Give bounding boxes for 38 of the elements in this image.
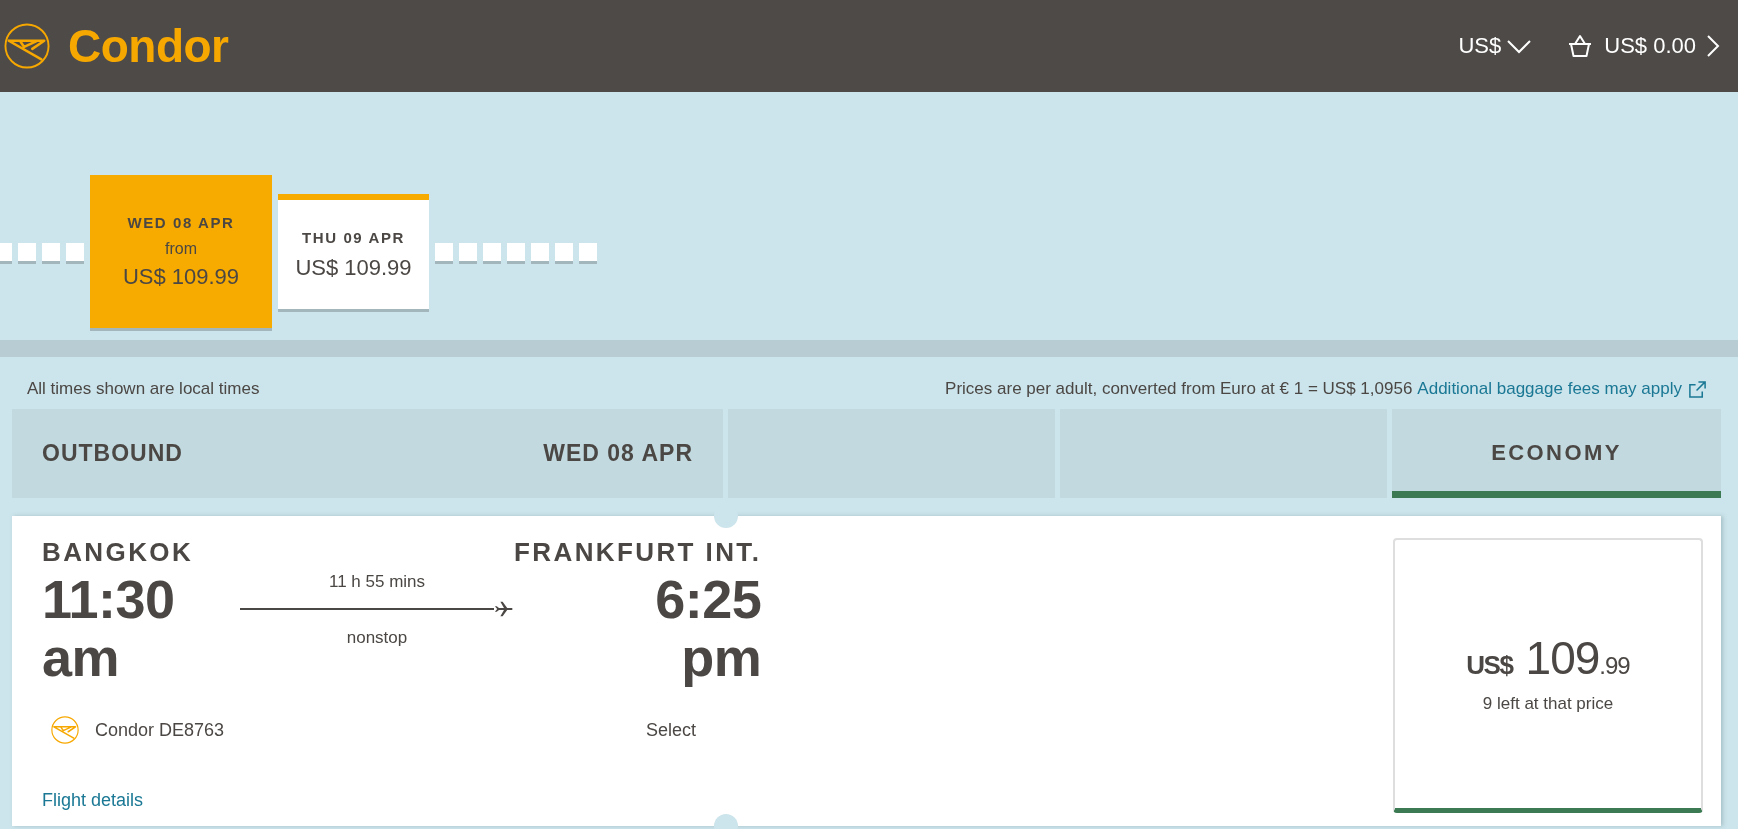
empty-date-tile <box>483 242 501 261</box>
logo-icon[interactable] <box>4 23 50 69</box>
arrival-time: 6:25 pm <box>655 570 762 686</box>
empty-date-tile <box>579 242 597 261</box>
currency-selector[interactable]: US$ <box>1458 32 1533 60</box>
stops-text: nonstop <box>346 627 408 649</box>
departure-time: 11:30 am <box>42 570 175 686</box>
flight-details-link[interactable]: Flight details <box>42 788 144 812</box>
empty-date-tile <box>435 242 453 261</box>
fare-option[interactable]: US$ 109.99 9 left at that price <box>1393 538 1703 813</box>
date-label: WED 08 APR <box>543 440 693 467</box>
times-note: All times shown are local times <box>27 379 260 399</box>
empty-date-tile <box>507 242 525 261</box>
empty-date-tile <box>555 242 573 261</box>
plane-icon <box>494 599 514 619</box>
origin-city: BANGKOK <box>42 538 194 566</box>
date-tab[interactable]: WED 08 APR from US$ 109.99 <box>90 175 272 328</box>
destination-city: FRANKFURT INT. <box>514 538 762 566</box>
duration-text: 11 h 55 mins <box>328 571 426 593</box>
empty-date-tile <box>66 242 84 261</box>
empty-date-tile <box>42 242 60 261</box>
airline-logo-icon <box>51 716 79 744</box>
brand-name[interactable]: Condor <box>68 20 229 72</box>
empty-date-tile <box>459 242 477 261</box>
basket-button[interactable]: US$ 0.00 <box>1566 32 1720 60</box>
empty-date-tile <box>0 242 12 261</box>
flight-number: Condor DE8763 <box>95 719 225 741</box>
chevron-right-icon <box>1706 34 1720 58</box>
select-button[interactable]: Select <box>645 718 696 742</box>
cabin-label: ECONOMY <box>1490 439 1623 467</box>
baggage-fees-link[interactable]: Additional baggage fees may apply <box>1417 379 1707 399</box>
direction-label: OUTBOUND <box>42 440 183 467</box>
date-tab[interactable]: THU 09 APR US$ 109.99 <box>278 194 429 309</box>
empty-date-tile <box>18 242 36 261</box>
empty-date-tile <box>531 242 549 261</box>
chevron-down-icon <box>1506 38 1533 54</box>
external-link-icon <box>1688 379 1707 399</box>
price-note: Prices are per adult, converted from Euro at € 1 = US$ 1,0956 <box>945 379 1413 399</box>
